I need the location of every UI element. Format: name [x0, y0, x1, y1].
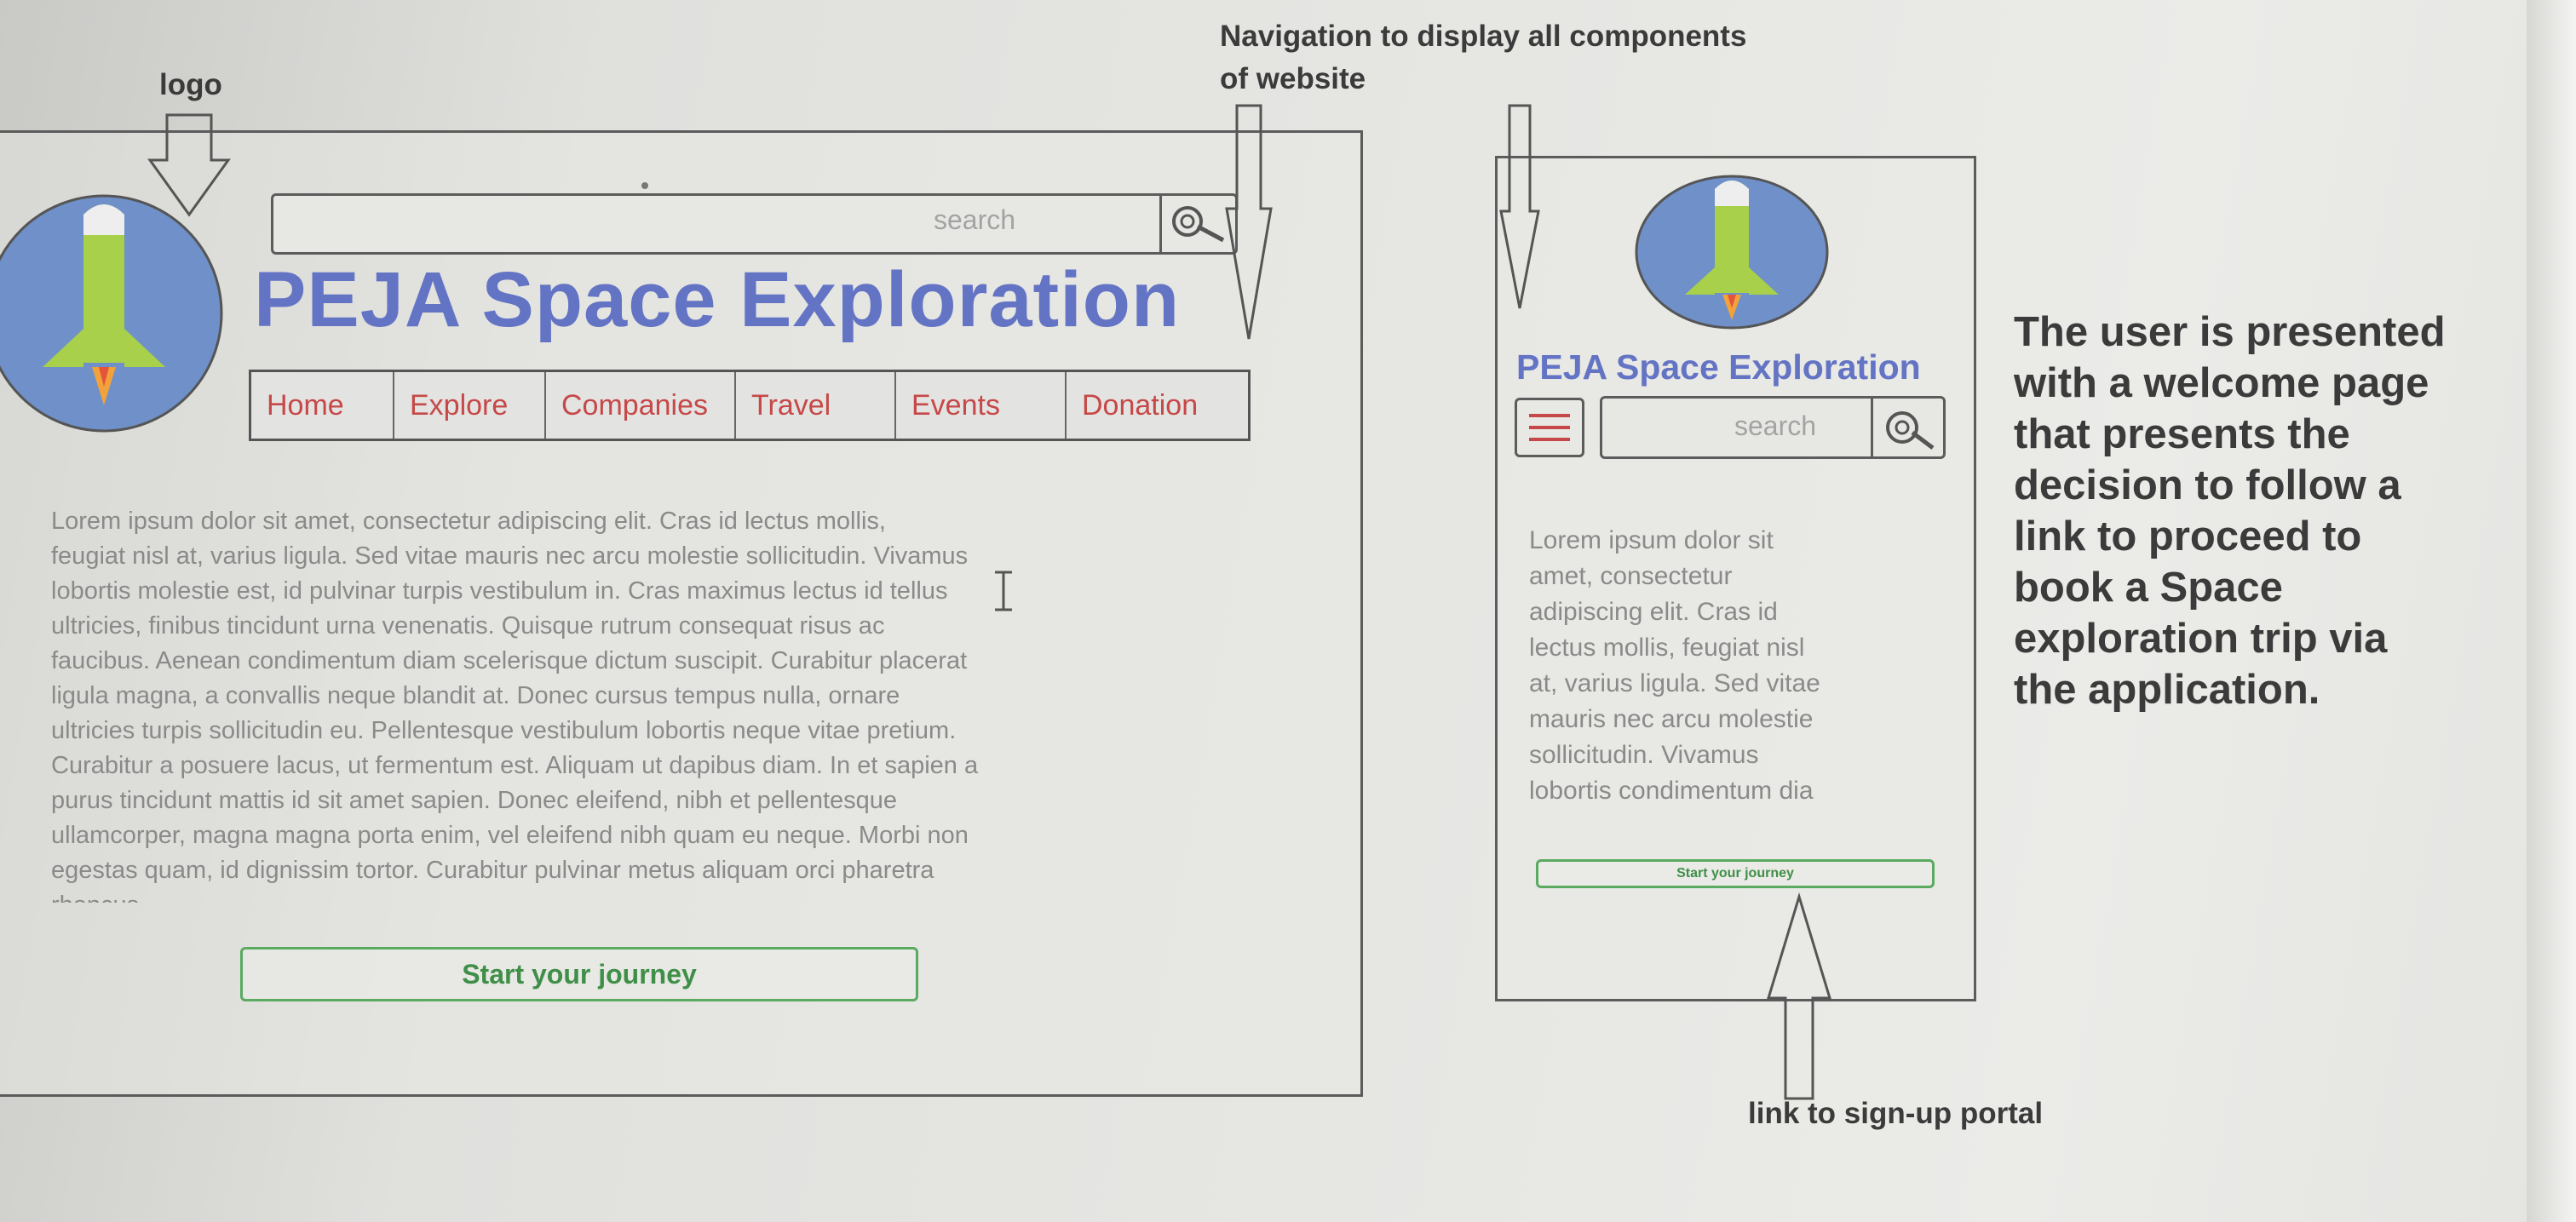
text-cursor-icon: [995, 571, 1012, 611]
arrow-icon: [1225, 104, 1273, 340]
arrow-icon: [147, 113, 231, 217]
cursor-dot-icon: [641, 182, 648, 189]
arrow-icon: [1766, 892, 1832, 1100]
arrow-icon: [1499, 104, 1540, 309]
annotation-arrows: [147, 104, 1832, 1100]
screen-edge: [2527, 0, 2576, 1222]
